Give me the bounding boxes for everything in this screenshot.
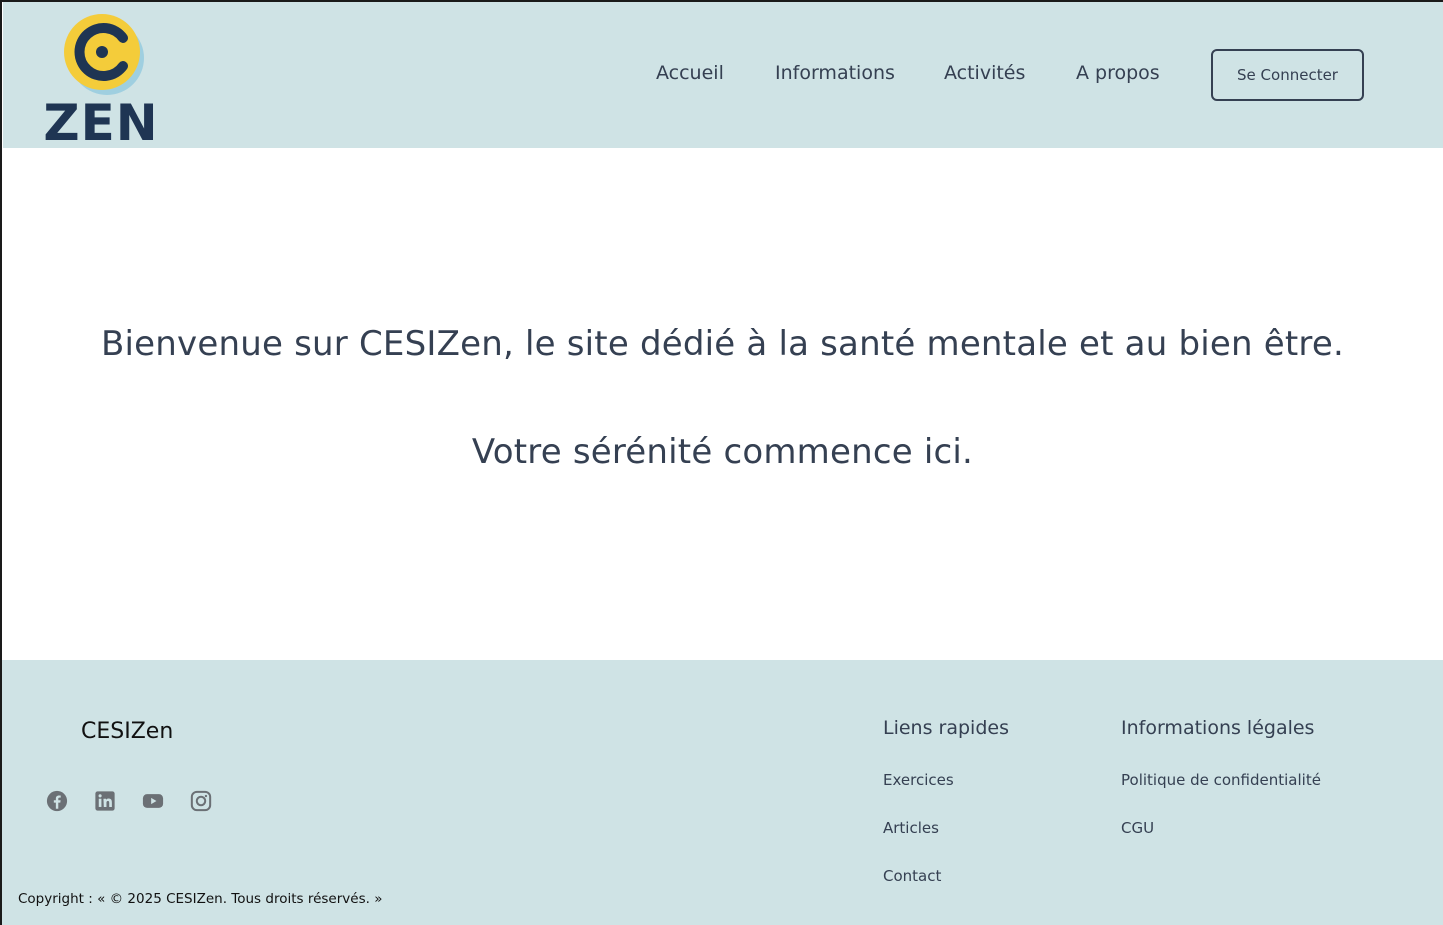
youtube-icon[interactable] (142, 790, 164, 812)
welcome-tagline: Votre sérénité commence ici. (471, 432, 974, 472)
footer-brand: CESIZen (81, 719, 174, 744)
nav-activites[interactable]: Activités (944, 62, 1025, 84)
instagram-icon[interactable] (190, 790, 212, 812)
site-footer: CESIZen Liens rapides Exercices Articles… (2, 660, 1443, 925)
page: ZEN Accueil Informations Activités A pro… (0, 0, 1443, 925)
quick-links-title: Liens rapides (883, 717, 1009, 739)
footer-link-cgu[interactable]: CGU (1121, 819, 1154, 837)
nav-accueil[interactable]: Accueil (656, 62, 724, 84)
site-header: ZEN Accueil Informations Activités A pro… (3, 2, 1443, 152)
nav-informations[interactable]: Informations (775, 62, 895, 84)
footer-link-privacy-policy[interactable]: Politique de confidentialité (1121, 771, 1321, 789)
facebook-icon[interactable] (46, 790, 68, 812)
login-button[interactable]: Se Connecter (1211, 49, 1364, 101)
main-content: Bienvenue sur CESIZen, le site dédié à l… (2, 148, 1443, 660)
footer-link-contact[interactable]: Contact (883, 867, 941, 885)
copyright-text: Copyright : « © 2025 CESIZen. Tous droit… (18, 891, 383, 907)
legal-info-title: Informations légales (1121, 717, 1315, 739)
linkedin-icon[interactable] (94, 790, 116, 812)
welcome-heading: Bienvenue sur CESIZen, le site dédié à l… (101, 324, 1344, 364)
nav-a-propos[interactable]: A propos (1076, 62, 1160, 84)
footer-link-articles[interactable]: Articles (883, 819, 939, 837)
footer-link-exercices[interactable]: Exercices (883, 771, 954, 789)
